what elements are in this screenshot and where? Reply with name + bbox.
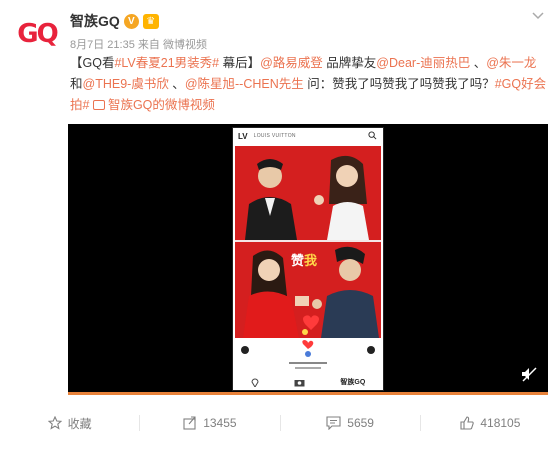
phone-camera-icon — [294, 379, 305, 386]
repost-button[interactable]: 13455 — [140, 416, 279, 430]
phone-brand-name: LOUIS VUITTON — [253, 133, 296, 139]
post-text-segment: 【GQ看 — [70, 56, 115, 70]
post-source: 来自 微博视频 — [137, 39, 207, 51]
like-button[interactable]: 418105 — [421, 416, 560, 430]
author-name[interactable]: 智族GQ — [70, 11, 120, 31]
phone-footer-logo: 智族GQ — [340, 379, 366, 386]
phone-photo-grid: 赞我 — [235, 146, 381, 338]
favorite-button[interactable]: 收藏 — [0, 415, 139, 432]
zan-left: 赞 — [291, 253, 305, 268]
post-text-segment: 和 — [70, 77, 83, 91]
avatar[interactable]: GQ — [14, 14, 60, 54]
post-text-segment: 问：赞我了吗赞我了吗赞我了吗？ — [303, 77, 495, 91]
zan-caption: 赞我 — [291, 250, 317, 269]
phone-bottom-area: 智族GQ — [233, 340, 383, 390]
zan-right: 我 — [304, 253, 318, 268]
phone-lv-logo: LV — [238, 131, 248, 141]
phone-search-icon — [368, 131, 377, 140]
phone-location-icon — [251, 378, 259, 387]
video-link-icon — [92, 100, 105, 110]
post-text-segment: 品牌挚友 — [322, 56, 377, 70]
star-icon — [47, 416, 62, 430]
more-options-chevron-icon[interactable] — [530, 8, 546, 24]
post-text: 【GQ看#LV春夏21男装秀# 幕后】@路易威登 品牌挚友@Dear-迪丽热巴 … — [70, 53, 548, 116]
author-row: 智族GQ V ♛ — [70, 11, 159, 31]
verified-badge-icon: V — [123, 13, 139, 29]
favorite-label: 收藏 — [67, 416, 92, 431]
post-text-segment: 、 — [168, 77, 185, 91]
post-date[interactable]: 8月7日 21:35 — [70, 39, 135, 51]
mention-link-zhuyilong[interactable]: @朱一龙 — [486, 56, 536, 70]
avatar-logo-text: GQ — [17, 19, 58, 49]
video-link[interactable]: 智族GQ的微博视频 — [92, 98, 215, 112]
photo-divider — [235, 240, 381, 242]
mute-volume-icon[interactable] — [520, 365, 538, 383]
video-link-label: 智族GQ的微博视频 — [107, 98, 215, 112]
mention-link-dilireba[interactable]: @Dear-迪丽热巴 — [376, 56, 470, 70]
comment-icon — [326, 416, 341, 430]
topic-link-lv[interactable]: #LV春夏21男装秀# — [114, 56, 219, 70]
phone-topbar: LV LOUIS VUITTON — [233, 128, 383, 144]
action-bar: 收藏 13455 5659 418105 — [0, 405, 560, 441]
vip-crown-icon: ♛ — [142, 13, 159, 29]
phone-nav-bar: 智族GQ — [233, 374, 383, 390]
video-frame-phone-screen: LV LOUIS VUITTON 赞我 智族GQ — [232, 127, 384, 391]
mention-link-yushuxin[interactable]: @THE9-虞书欣 — [83, 77, 169, 91]
like-count: 418105 — [480, 416, 521, 430]
comment-button[interactable]: 5659 — [281, 416, 420, 430]
mention-link-lv[interactable]: @路易威登 — [260, 56, 323, 70]
post-meta: 8月7日 21:35 来自 微博视频 — [70, 36, 207, 52]
thumbs-up-icon — [460, 416, 475, 430]
repost-icon — [183, 416, 196, 430]
phone-bottom-icons — [241, 340, 375, 369]
mention-link-chenxingxu[interactable]: @陈星旭--CHEN先生 — [185, 77, 304, 91]
video-progress-bar[interactable] — [68, 392, 548, 395]
repost-count: 13455 — [203, 416, 237, 430]
celebrity-photos-image — [243, 155, 379, 338]
post-text-segment: 、 — [470, 56, 487, 70]
post-text-segment: 幕后】 — [219, 56, 261, 70]
comment-count: 5659 — [347, 416, 374, 430]
